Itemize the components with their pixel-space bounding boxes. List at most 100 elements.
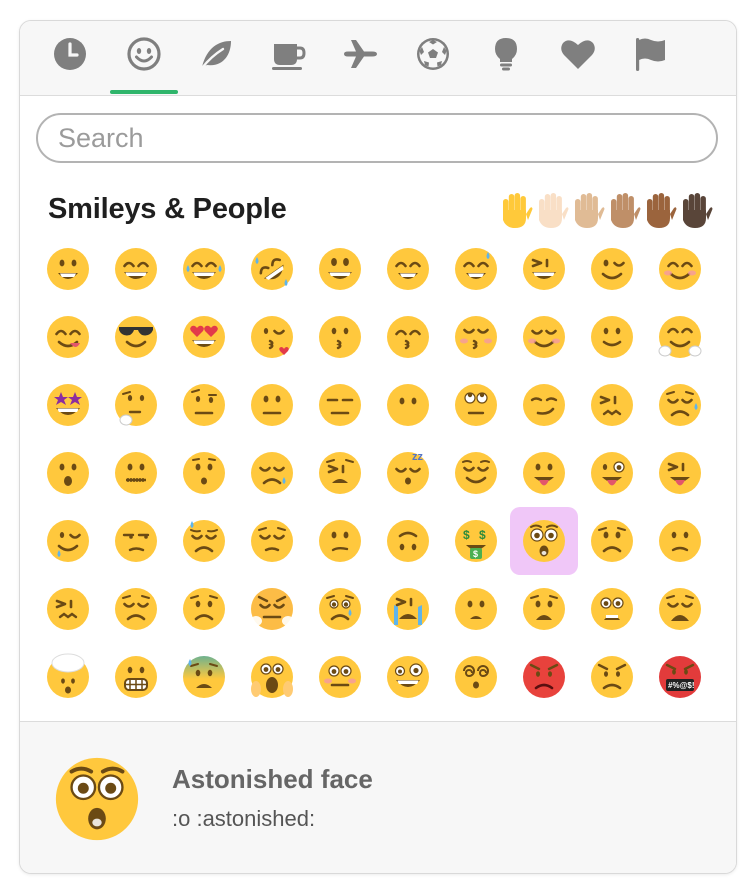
emoji-no-mouth-icon[interactable] bbox=[374, 371, 442, 439]
airplane-icon bbox=[341, 35, 379, 78]
emoji-stuck-out-tongue-icon[interactable] bbox=[510, 439, 578, 507]
flag-icon bbox=[631, 35, 669, 78]
tab-flags[interactable] bbox=[614, 35, 686, 91]
emoji-sleepy-icon[interactable] bbox=[238, 439, 306, 507]
emoji-sob-icon[interactable] bbox=[374, 575, 442, 643]
emoji-smile-icon[interactable] bbox=[374, 235, 442, 303]
emoji-sweat-smile-icon[interactable] bbox=[442, 235, 510, 303]
emoji-cursing-icon[interactable]: #%@$! bbox=[646, 643, 714, 711]
emoji-yum-icon[interactable] bbox=[34, 303, 102, 371]
emoji-slightly-frowning-icon[interactable] bbox=[646, 507, 714, 575]
emoji-sleeping-icon[interactable]: zz bbox=[374, 439, 442, 507]
skin-tone-3-hand-icon[interactable] bbox=[570, 190, 605, 230]
emoji-grinning-icon[interactable] bbox=[34, 235, 102, 303]
svg-text:zz: zz bbox=[412, 451, 424, 463]
emoji-kissing-icon[interactable] bbox=[306, 303, 374, 371]
emoji-exploding-head-icon[interactable] bbox=[34, 643, 102, 711]
emoji-zany-icon[interactable] bbox=[374, 643, 442, 711]
emoji-roll-eyes-icon[interactable] bbox=[442, 371, 510, 439]
emoji-persevere-icon[interactable] bbox=[578, 371, 646, 439]
emoji-rofl-icon[interactable] bbox=[238, 235, 306, 303]
clock-icon bbox=[51, 35, 89, 78]
search-input[interactable] bbox=[36, 113, 718, 163]
emoji-kissing-heart-icon[interactable] bbox=[238, 303, 306, 371]
emoji-anguished-icon[interactable] bbox=[510, 575, 578, 643]
tab-people[interactable] bbox=[108, 35, 180, 94]
emoji-pensive-icon[interactable] bbox=[238, 507, 306, 575]
emoji-upside-down-icon[interactable] bbox=[374, 507, 442, 575]
emoji-frowning-icon[interactable] bbox=[442, 575, 510, 643]
skin-tone-5-hand-icon[interactable] bbox=[642, 190, 677, 230]
emoji-grin-icon[interactable] bbox=[102, 235, 170, 303]
emoji-wink-icon[interactable] bbox=[578, 235, 646, 303]
emoji-weary-icon[interactable] bbox=[646, 575, 714, 643]
svg-text:#%@$!: #%@$! bbox=[668, 681, 694, 690]
emoji-laughing-icon[interactable] bbox=[510, 235, 578, 303]
tab-nature[interactable] bbox=[180, 35, 252, 91]
emoji-relieved-icon[interactable] bbox=[442, 439, 510, 507]
emoji-stuck-out-tongue-closed-eyes-icon[interactable] bbox=[646, 439, 714, 507]
svg-text:$: $ bbox=[479, 528, 486, 542]
emoji-confused-icon[interactable] bbox=[306, 507, 374, 575]
emoji-kissing-closed-eyes-icon[interactable] bbox=[442, 303, 510, 371]
emoji-raised-eyebrow-icon[interactable] bbox=[170, 371, 238, 439]
emoji-slightly-smiling-icon[interactable] bbox=[578, 303, 646, 371]
emoji-joy-icon[interactable] bbox=[170, 235, 238, 303]
emoji-zipper-mouth-icon[interactable] bbox=[102, 439, 170, 507]
emoji-astonished-icon[interactable] bbox=[510, 507, 578, 575]
preview-emoji-shortcodes: :o :astonished: bbox=[172, 806, 316, 831]
skin-tone-6-hand-icon[interactable] bbox=[678, 190, 713, 230]
emoji-star-struck-icon[interactable] bbox=[34, 371, 102, 439]
tab-travel[interactable] bbox=[324, 35, 396, 91]
emoji-triumph-icon[interactable] bbox=[238, 575, 306, 643]
emoji-worried-icon[interactable] bbox=[170, 575, 238, 643]
emoji-blush-icon[interactable] bbox=[646, 235, 714, 303]
emoji-thinking-icon[interactable] bbox=[102, 371, 170, 439]
emoji-cold-sweat-icon[interactable] bbox=[170, 643, 238, 711]
emoji-frowning2-icon[interactable] bbox=[578, 507, 646, 575]
category-title: Smileys & People bbox=[48, 193, 287, 225]
emoji-fearful-icon[interactable] bbox=[578, 575, 646, 643]
emoji-money-mouth-icon[interactable]: $ $ $ bbox=[442, 507, 510, 575]
emoji-neutral-icon[interactable] bbox=[238, 371, 306, 439]
emoji-disappointed-icon[interactable] bbox=[102, 575, 170, 643]
skin-tone-1-hand-icon[interactable] bbox=[498, 190, 533, 230]
emoji-sunglasses-icon[interactable] bbox=[102, 303, 170, 371]
emoji-unamused-icon[interactable] bbox=[102, 507, 170, 575]
svg-text:$: $ bbox=[473, 549, 478, 559]
skin-tone-selector bbox=[498, 190, 713, 230]
emoji-drooling-icon[interactable] bbox=[34, 507, 102, 575]
emoji-smiley-icon[interactable] bbox=[306, 235, 374, 303]
emoji-kissing-smiling-eyes-icon[interactable] bbox=[374, 303, 442, 371]
emoji-cry-icon[interactable] bbox=[306, 575, 374, 643]
tab-activity[interactable] bbox=[397, 35, 469, 91]
emoji-angry-icon[interactable] bbox=[578, 643, 646, 711]
emoji-scream-icon[interactable] bbox=[238, 643, 306, 711]
tab-food[interactable] bbox=[252, 35, 324, 91]
emoji-flushed-icon[interactable] bbox=[306, 643, 374, 711]
coffee-cup-icon bbox=[269, 35, 307, 78]
emoji-tired-icon[interactable] bbox=[306, 439, 374, 507]
emoji-rage-icon[interactable] bbox=[510, 643, 578, 711]
preview-emoji-name: Astonished face bbox=[172, 764, 373, 794]
skin-tone-2-hand-icon[interactable] bbox=[534, 190, 569, 230]
tab-recent[interactable] bbox=[34, 35, 106, 91]
emoji-disappointed-relieved-icon[interactable] bbox=[646, 371, 714, 439]
tab-objects[interactable] bbox=[470, 35, 542, 91]
leaf-icon bbox=[197, 35, 235, 78]
emoji-dizzy-icon[interactable] bbox=[442, 643, 510, 711]
emoji-smirk-icon[interactable] bbox=[510, 371, 578, 439]
emoji-sweat-icon[interactable] bbox=[170, 507, 238, 575]
emoji-expressionless-icon[interactable] bbox=[306, 371, 374, 439]
skin-tone-4-hand-icon[interactable] bbox=[606, 190, 641, 230]
emoji-open-mouth-icon[interactable] bbox=[34, 439, 102, 507]
emoji-hushed-icon[interactable] bbox=[170, 439, 238, 507]
emoji-relaxed-icon[interactable] bbox=[510, 303, 578, 371]
emoji-hugging-icon[interactable] bbox=[646, 303, 714, 371]
emoji-heart-eyes-icon[interactable] bbox=[170, 303, 238, 371]
emoji-stuck-out-tongue-winking-icon[interactable] bbox=[578, 439, 646, 507]
tab-symbols[interactable] bbox=[542, 35, 614, 91]
emoji-confounded-icon[interactable] bbox=[34, 575, 102, 643]
preview-emoji-icon bbox=[50, 752, 144, 846]
emoji-grimacing-icon[interactable] bbox=[102, 643, 170, 711]
